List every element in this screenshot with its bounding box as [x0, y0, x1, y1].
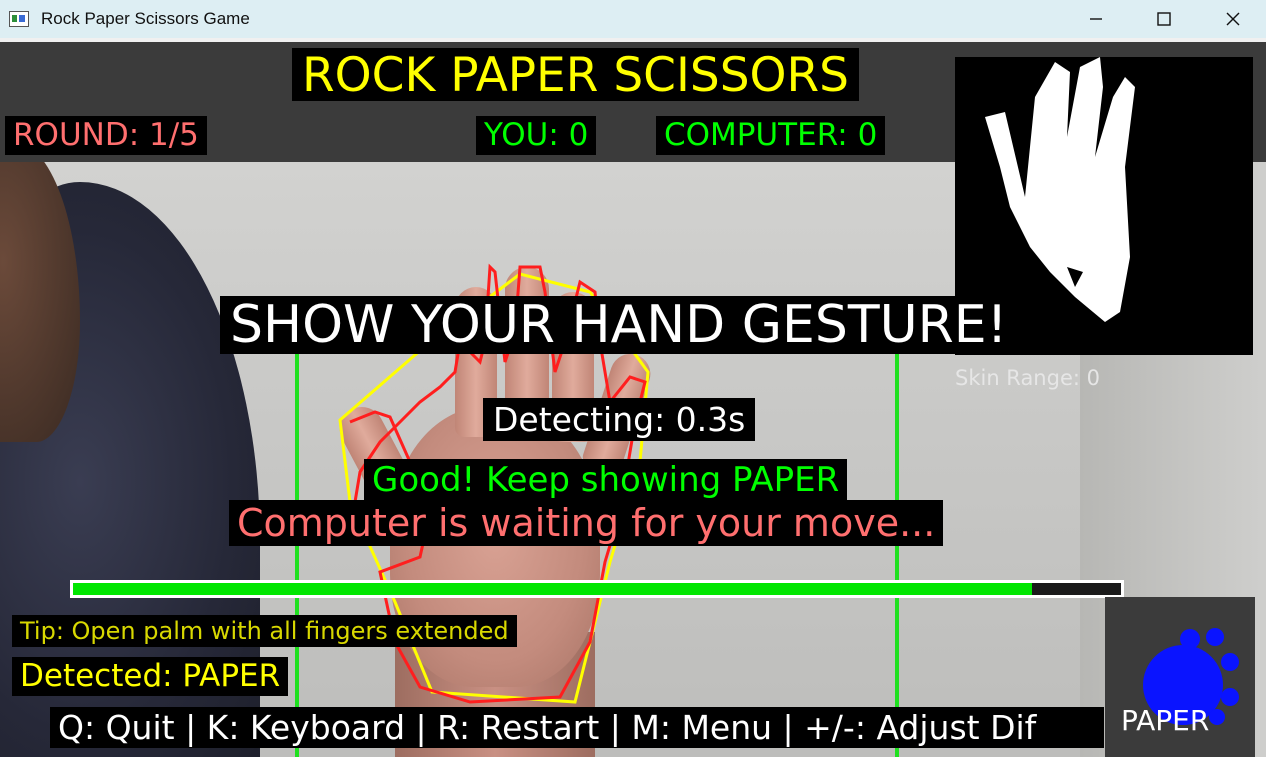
- minimize-button[interactable]: [1061, 0, 1131, 38]
- feedback-message: Good! Keep showing PAPER: [364, 459, 848, 501]
- computer-score: COMPUTER: 0: [656, 116, 886, 155]
- gesture-icon-panel: PAPER: [1105, 597, 1255, 757]
- detection-progress-fill: [73, 583, 1032, 595]
- skin-range-text: Skin Range: 0: [955, 366, 1100, 390]
- close-icon: [1226, 12, 1240, 26]
- right-guide-line: [895, 347, 899, 757]
- detected-gesture: Detected: PAPER: [12, 657, 289, 696]
- detecting-timer: Detecting: 0.3s: [483, 398, 756, 441]
- game-title: ROCK PAPER SCISSORS: [292, 48, 860, 101]
- app-icon: [9, 11, 29, 27]
- gesture-prompt: SHOW YOUR HAND GESTURE!: [220, 296, 1018, 354]
- computer-status: Computer is waiting for your move...: [229, 500, 944, 546]
- detection-progress-bar: [70, 580, 1124, 598]
- gesture-icon-label: PAPER: [1121, 704, 1210, 737]
- window-title: Rock Paper Scissors Game: [41, 9, 250, 28]
- close-button[interactable]: [1198, 0, 1266, 38]
- maximize-icon: [1157, 12, 1171, 26]
- window-title-bar: Rock Paper Scissors Game: [0, 0, 1266, 38]
- controls-help-text: Q: Quit | K: Keyboard | R: Restart | M: …: [50, 707, 1104, 748]
- player-score: YOU: 0: [476, 116, 597, 155]
- minimize-icon: [1090, 18, 1102, 20]
- maximize-button[interactable]: [1129, 0, 1199, 38]
- left-guide-line: [295, 347, 299, 757]
- tip-text: Tip: Open palm with all fingers extended: [12, 615, 517, 647]
- round-indicator: ROUND: 1/5: [5, 116, 207, 155]
- game-canvas[interactable]: ROCK PAPER SCISSORS ROUND: 1/5 YOU: 0 CO…: [0, 42, 1266, 757]
